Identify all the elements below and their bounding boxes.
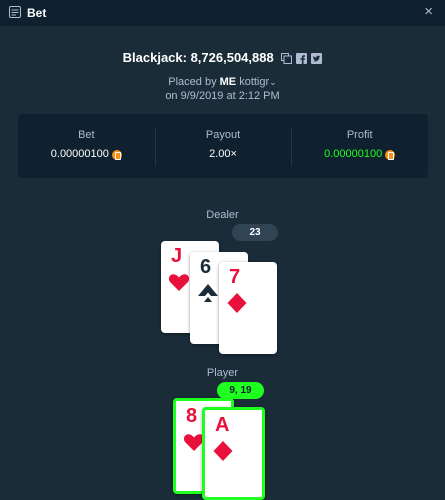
placed-by-prefix: Placed by [168, 76, 217, 88]
bet-slip-icon [9, 6, 21, 18]
bet-stats-panel: Bet 0.00000100 Payout 2.00× Profit 0.000… [18, 114, 428, 178]
stat-profit-value-row: 0.00000100 [324, 148, 396, 161]
player-score-badge: 9, 19 [217, 382, 264, 399]
diamond-icon [213, 441, 233, 461]
dealer-label: Dealer [206, 209, 239, 221]
twitter-icon[interactable] [311, 53, 323, 64]
bitcoin-icon [111, 149, 122, 160]
stat-payout-value-row: 2.00× [209, 148, 237, 161]
player-card: A [202, 407, 265, 500]
dealer-score-badge: 23 [232, 224, 278, 241]
stat-profit-label: Profit [346, 129, 373, 141]
modal-header: Bet × [0, 0, 445, 26]
hidden-user-badge: ME [219, 76, 237, 88]
stat-payout-value: 2.00× [209, 148, 237, 160]
stat-bet-value: 0.00000100 [50, 148, 109, 160]
player-label: Player [206, 367, 239, 379]
stat-bet: Bet 0.00000100 [18, 114, 155, 178]
chevron-down-icon[interactable]: ⌄ [269, 77, 277, 87]
facebook-icon[interactable] [296, 53, 308, 64]
card-rank: J [171, 245, 183, 267]
stat-bet-label: Bet [78, 129, 95, 141]
card-rank: A [215, 414, 230, 436]
stat-bet-value-row: 0.00000100 [51, 148, 122, 161]
stat-profit-value: 0.00000100 [324, 148, 383, 160]
dealer-card: 7 [219, 262, 277, 354]
spade-icon [198, 284, 218, 302]
stat-payout: Payout 2.00× [154, 114, 292, 178]
card-rank: 8 [186, 405, 198, 427]
heart-icon [168, 274, 190, 291]
game-title-row: Blackjack: 8,726,504,888 [0, 50, 445, 66]
bet-date: on 9/9/2019 at 2:12 PM [165, 90, 280, 102]
close-icon[interactable]: × [424, 4, 433, 20]
copy-icon[interactable] [281, 53, 293, 64]
diamond-icon [227, 293, 247, 313]
card-rank: 7 [229, 266, 241, 288]
modal-title: Bet [27, 6, 47, 20]
card-rank: 6 [200, 256, 212, 278]
placed-by-user[interactable]: kottigr [239, 76, 269, 88]
stat-payout-label: Payout [205, 129, 241, 141]
stat-profit: Profit 0.00000100 [291, 114, 428, 178]
game-title: Blackjack: 8,726,504,888 [122, 50, 274, 65]
placed-by-line: Placed by ME kottigr⌄ [0, 76, 445, 89]
bitcoin-icon [385, 149, 396, 160]
